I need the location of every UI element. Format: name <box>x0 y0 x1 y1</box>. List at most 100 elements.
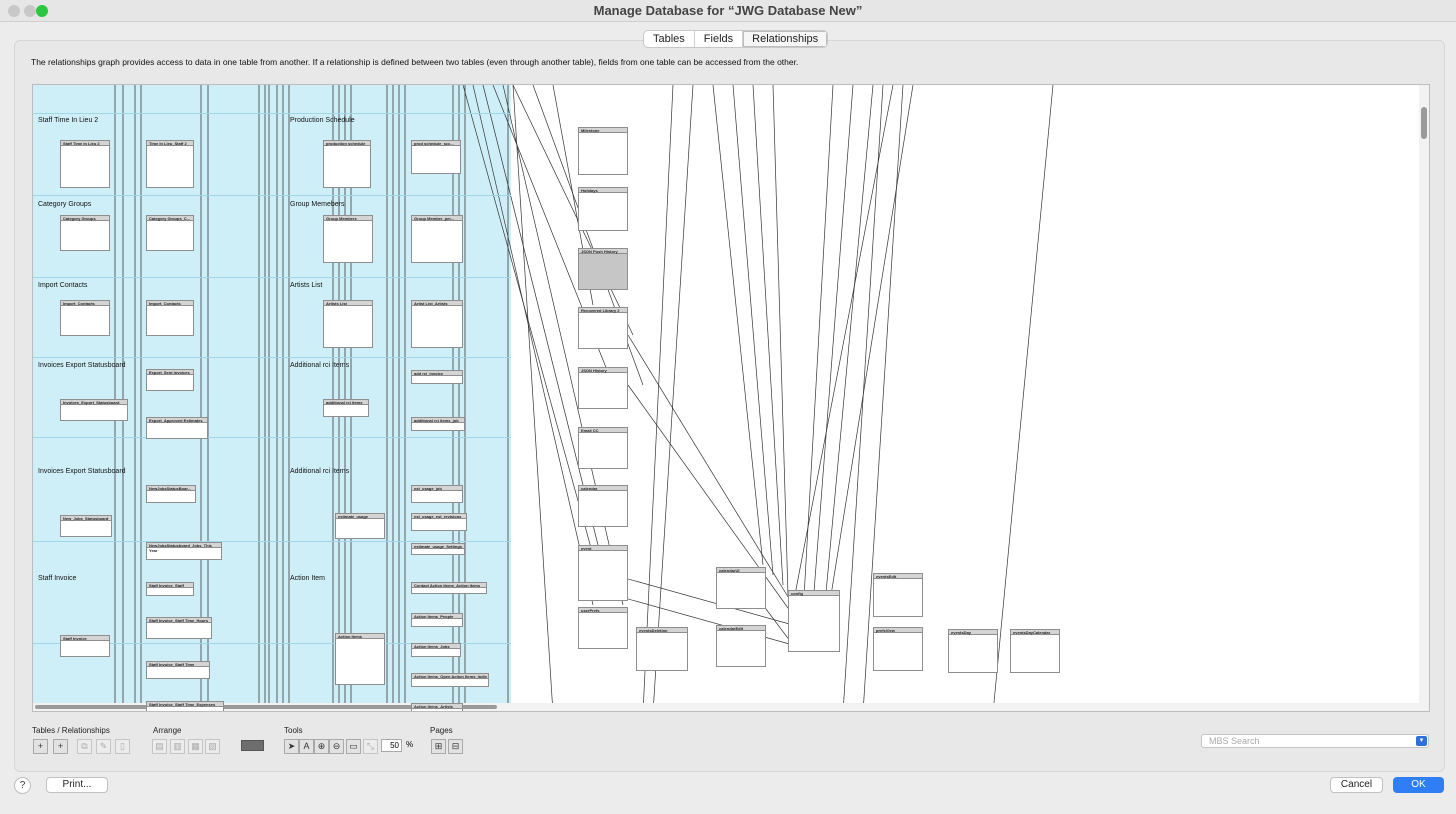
table-occurrence[interactable]: prefsView <box>873 627 923 671</box>
table-occurrence-title: eventsDay <box>949 630 997 635</box>
table-occurrence[interactable]: Staff Invoice_Staff Time_Hours <box>146 617 212 639</box>
zoom-level-input[interactable]: 50 <box>381 739 402 752</box>
distribute-button[interactable]: ▧ <box>205 739 220 754</box>
add-relationship-button[interactable]: + <box>53 739 68 754</box>
toggle-display-icon[interactable]: ▭ <box>346 739 361 754</box>
table-occurrence-title: add rci_invoice <box>412 371 462 376</box>
ok-button[interactable]: OK <box>1393 777 1444 793</box>
tab-tables[interactable]: Tables <box>644 31 695 47</box>
table-occurrence[interactable]: Staff Invoice_Staff Time_Expenses <box>146 701 224 711</box>
align-right-button[interactable]: ▦ <box>188 739 203 754</box>
edit-button[interactable]: ✎ <box>96 739 111 754</box>
table-occurrence[interactable]: eventsDeletion <box>636 627 688 671</box>
help-button[interactable]: ? <box>14 777 31 794</box>
table-occurrence[interactable]: Export_Approved Estimates <box>146 417 208 439</box>
table-occurrence[interactable]: New_Jobs_Statusboard <box>60 515 112 537</box>
table-occurrence-title: Staff Invoice_Staff <box>147 583 193 588</box>
table-occurrence[interactable]: prod schedule_scc... <box>411 140 461 174</box>
table-occurrence-title: additional rci items_job <box>412 418 464 423</box>
table-occurrence[interactable]: production schedule <box>323 140 371 188</box>
table-occurrence[interactable]: Artists List <box>323 300 373 348</box>
resize-tool-icon[interactable]: ⤡ <box>363 739 378 754</box>
table-occurrence[interactable]: userPrefs <box>578 607 628 649</box>
table-occurrence-title: Staff Invoice_Staff Time <box>147 662 209 667</box>
table-occurrence[interactable]: Export_Sent Invoices <box>146 369 194 391</box>
table-occurrence[interactable]: estimate_usage <box>335 513 385 539</box>
group-separator <box>33 195 511 196</box>
zoom-out-icon[interactable]: ⊖ <box>329 739 344 754</box>
table-occurrence[interactable]: Recovered Library 2 <box>578 307 628 349</box>
table-occurrence[interactable]: Staff Invoice <box>60 635 110 657</box>
table-occurrence[interactable]: Staff Invoice_Staff <box>146 582 194 596</box>
table-occurrence[interactable]: eventsEdit <box>873 573 923 617</box>
table-occurrence-title: Invoices_Export_Statusboard <box>61 400 127 405</box>
color-swatch[interactable] <box>241 740 264 751</box>
table-occurrence[interactable]: Group Members <box>323 215 373 263</box>
scroll-thumb[interactable] <box>1421 107 1427 139</box>
table-occurrence[interactable]: Category Groups <box>60 215 110 251</box>
table-occurrence[interactable]: Invoices_Export_Statusboard <box>60 399 128 421</box>
table-occurrence-title: eventsEdit <box>874 574 922 579</box>
table-occurrence[interactable]: Staff Invoice_Staff Time <box>146 661 210 679</box>
table-occurrence[interactable]: Contact Action Items_Action Items <box>411 582 487 594</box>
table-occurrence[interactable]: event <box>578 545 628 601</box>
table-occurrence-title: config <box>789 591 839 596</box>
table-occurrence[interactable]: NewJobsStatusboard_Jobs_This Year <box>146 542 222 560</box>
table-occurrence[interactable]: Import_Contacts <box>60 300 110 336</box>
table-occurrence[interactable]: Action Items_Open Action Items_Indiv <box>411 673 489 687</box>
table-occurrence[interactable]: estimate_usage_Settings <box>411 543 465 555</box>
table-occurrence[interactable]: Action Items_People <box>411 613 463 627</box>
duplicate-button[interactable]: ⧉ <box>77 739 92 754</box>
horizontal-scrollbar[interactable] <box>33 703 1421 711</box>
relationships-graph[interactable]: Staff Time In Lieu 2 Category Groups Impor… <box>32 84 1430 712</box>
group-label: Import Contacts <box>38 282 88 289</box>
table-occurrence-title: Category Groups_C... <box>147 216 193 221</box>
mbs-search-field[interactable]: MBS Search ▾ <box>1201 734 1429 748</box>
align-left-button[interactable]: ▤ <box>152 739 167 754</box>
table-occurrence[interactable]: Category Groups_C... <box>146 215 194 251</box>
table-occurrence[interactable]: additional rci items_job <box>411 417 465 431</box>
table-occurrence[interactable]: Milestone <box>578 127 628 175</box>
table-occurrence[interactable]: est_usage_job <box>411 485 463 503</box>
print-button[interactable]: Print... <box>46 777 108 793</box>
table-occurrence[interactable]: JSON Push History <box>578 248 628 290</box>
table-occurrence[interactable]: Action Items <box>335 633 385 685</box>
table-occurrence[interactable]: Action Items_Artists <box>411 703 463 711</box>
table-occurrence[interactable]: calendarEdit <box>716 625 766 667</box>
text-tool-icon[interactable]: A <box>299 739 314 754</box>
pages-label: Pages <box>430 726 453 735</box>
add-table-button[interactable]: + <box>33 739 48 754</box>
tab-fields[interactable]: Fields <box>695 31 744 47</box>
table-occurrence[interactable]: Holidays <box>578 187 628 231</box>
table-occurrence[interactable]: Artist List_Artists <box>411 300 463 348</box>
cancel-button[interactable]: Cancel <box>1330 777 1383 793</box>
align-center-button[interactable]: ▥ <box>170 739 185 754</box>
table-occurrence[interactable]: additional rci items <box>323 399 369 417</box>
table-occurrence[interactable]: calendar <box>578 485 628 527</box>
table-occurrence[interactable]: config <box>788 590 840 652</box>
vertical-scrollbar[interactable] <box>1419 85 1429 711</box>
pointer-tool-icon[interactable]: ➤ <box>284 739 299 754</box>
table-occurrence[interactable]: Import_Contacts <box>146 300 194 336</box>
table-occurrence[interactable]: Action Items_Jobs <box>411 643 461 657</box>
chevron-down-icon[interactable]: ▾ <box>1416 736 1427 746</box>
page-breaks-icon[interactable]: ⊞ <box>431 739 446 754</box>
table-occurrence[interactable]: eventsDay <box>948 629 998 673</box>
group-label: Additional rci Items <box>290 362 350 369</box>
table-occurrence-title: prod schedule_scc... <box>412 141 460 146</box>
table-occurrence[interactable]: calendarUI <box>716 567 766 609</box>
table-occurrence[interactable]: Time In Lieu_Staff 2 <box>146 140 194 188</box>
table-occurrence[interactable]: eventsDayCalendar <box>1010 629 1060 673</box>
relationship-line <box>992 85 1054 711</box>
table-occurrence[interactable]: est_usage_est_revisions <box>411 513 467 531</box>
table-occurrence[interactable]: NewJobsStatusBoar... <box>146 485 196 503</box>
table-occurrence[interactable]: JSON History <box>578 367 628 409</box>
delete-button[interactable]: ▯ <box>115 739 130 754</box>
table-occurrence[interactable]: add rci_invoice <box>411 370 463 384</box>
table-occurrence[interactable]: Group Member_per... <box>411 215 463 263</box>
tab-relationships[interactable]: Relationships <box>743 31 828 47</box>
table-occurrence[interactable]: Staff Time In Lieu 2 <box>60 140 110 188</box>
zoom-in-icon[interactable]: ⊕ <box>314 739 329 754</box>
table-occurrence[interactable]: Email CC <box>578 427 628 469</box>
page-setup-icon[interactable]: ⊟ <box>448 739 463 754</box>
